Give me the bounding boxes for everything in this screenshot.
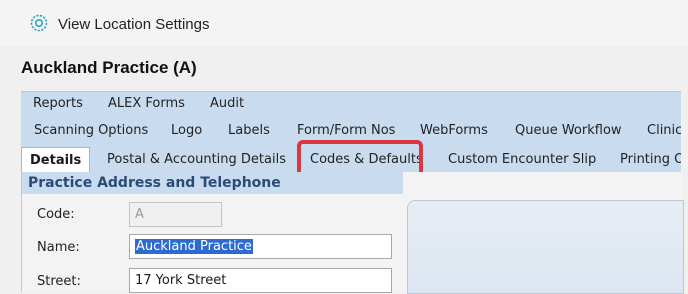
- tab-scanning-options[interactable]: Scanning Options: [34, 123, 148, 138]
- tab-printing[interactable]: Printing O: [620, 152, 681, 167]
- page-title: Auckland Practice (A): [21, 58, 197, 77]
- tab-webforms[interactable]: WebForms: [420, 123, 488, 138]
- title-bar: View Location Settings: [0, 0, 688, 46]
- tab-row-1: Reports ALEX Forms Audit: [21, 92, 681, 116]
- street-field[interactable]: 17 York Street: [129, 268, 392, 293]
- details-panel: Practice Address and Telephone Code: A N…: [21, 172, 684, 294]
- street-label: Street:: [37, 274, 81, 289]
- tab-reports[interactable]: Reports: [33, 96, 83, 111]
- window-title: View Location Settings: [58, 16, 210, 33]
- section-title: Practice Address and Telephone: [22, 172, 403, 194]
- tab-logo[interactable]: Logo: [171, 123, 202, 138]
- name-field-selection: Auckland Practice: [135, 239, 253, 254]
- tab-custom-encounter-slip[interactable]: Custom Encounter Slip: [448, 152, 596, 167]
- gear-ring-icon: [30, 14, 48, 32]
- code-field[interactable]: A: [129, 202, 222, 227]
- right-panel: [407, 200, 684, 294]
- name-field[interactable]: Auckland Practice: [129, 234, 392, 259]
- tab-queue-workflow[interactable]: Queue Workflow: [515, 123, 622, 138]
- code-label: Code:: [37, 207, 75, 222]
- tab-audit[interactable]: Audit: [210, 96, 244, 111]
- name-label: Name:: [37, 240, 80, 255]
- tab-alex-forms[interactable]: ALEX Forms: [108, 96, 185, 111]
- tab-details[interactable]: Details: [21, 147, 91, 173]
- tab-form-form-nos[interactable]: Form/Form Nos: [297, 123, 395, 138]
- tab-postal-accounting-details[interactable]: Postal & Accounting Details: [107, 152, 286, 167]
- tab-labels[interactable]: Labels: [228, 123, 270, 138]
- tab-clinic[interactable]: Clinic: [647, 123, 681, 138]
